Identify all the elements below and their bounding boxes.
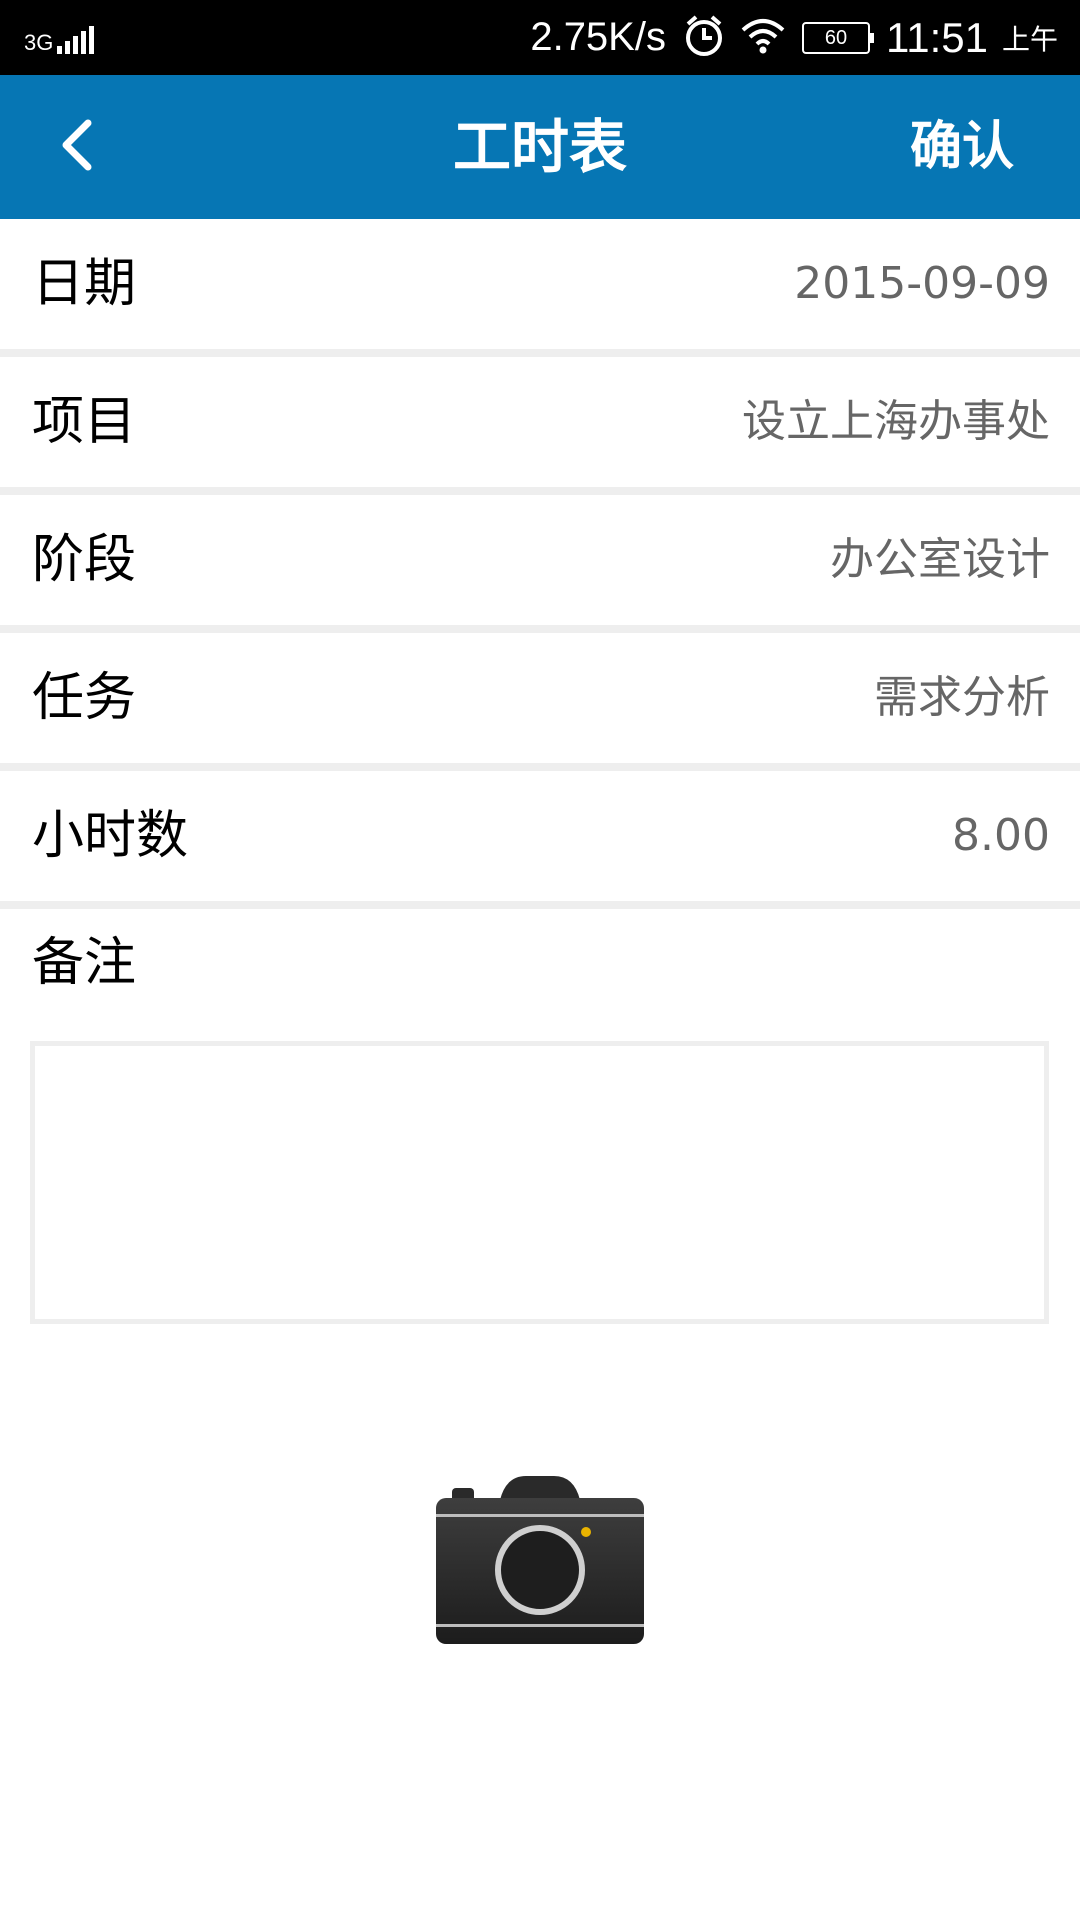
clock: 11:51: [885, 13, 988, 61]
network-speed: 2.75K/s: [530, 15, 666, 59]
remarks-label: 备注: [32, 933, 137, 993]
wifi-icon: [740, 18, 786, 58]
task-label: 任务: [32, 668, 137, 728]
remarks-input[interactable]: [30, 1041, 1049, 1324]
project-value: 设立上海办事处: [742, 396, 1050, 447]
signal-indicator: 3G: [24, 24, 97, 54]
hours-value: 8.00: [952, 810, 1050, 861]
phase-row[interactable]: 阶段 办公室设计: [0, 495, 1080, 633]
status-bar: 3G 2.75K/s 60 11:51 上午: [0, 0, 1080, 75]
hours-label: 小时数: [32, 806, 189, 866]
task-row[interactable]: 任务 需求分析: [0, 633, 1080, 771]
battery-level: 60: [801, 21, 874, 54]
project-label: 项目: [32, 392, 137, 452]
network-type: 3G: [24, 30, 54, 55]
date-value: 2015-09-09: [794, 258, 1050, 309]
camera-button[interactable]: [434, 1474, 646, 1648]
alarm-icon: [684, 14, 724, 62]
timesheet-screen: 3G 2.75K/s 60 11:51 上午 工时表 确认 日期 2015-09…: [0, 0, 1080, 1920]
date-label: 日期: [32, 254, 137, 314]
project-row[interactable]: 项目 设立上海办事处: [0, 357, 1080, 495]
app-bar: 工时表 确认: [0, 75, 1080, 219]
battery-icon: 60: [801, 21, 874, 54]
date-row[interactable]: 日期 2015-09-09: [0, 219, 1080, 357]
hours-row[interactable]: 小时数 8.00: [0, 771, 1080, 909]
confirm-button[interactable]: 确认: [910, 75, 1014, 219]
status-right: 2.75K/s 60 11:51 上午: [530, 0, 1058, 75]
task-value: 需求分析: [874, 672, 1050, 723]
phase-label: 阶段: [32, 530, 137, 590]
camera-icon: [434, 1476, 646, 1652]
clock-ampm: 上午: [1001, 22, 1058, 56]
phase-value: 办公室设计: [830, 534, 1050, 585]
